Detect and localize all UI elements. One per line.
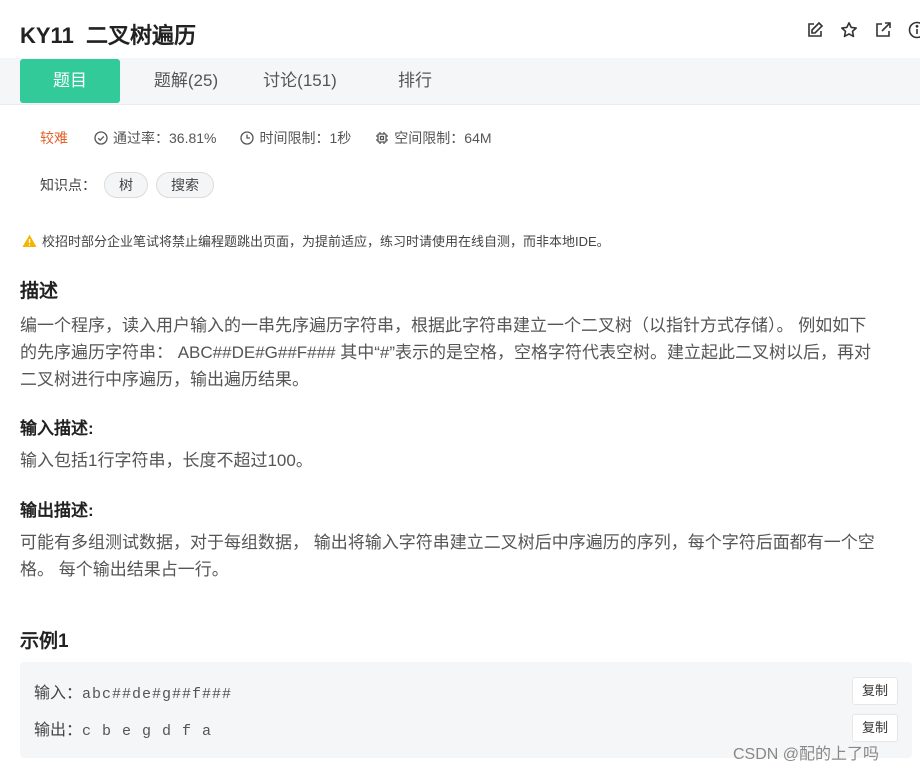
- output-desc-line-1: 可能有多组测试数据，对于每组数据， 输出将输入字符串建立二叉树后中序遍历的序列，…: [20, 533, 875, 552]
- space-limit-text: 空间限制：64M: [394, 130, 492, 146]
- description-line-1: 编一个程序，读入用户输入的一串先序遍历字符串，根据此字符串建立一个二叉树（以指针…: [20, 316, 867, 335]
- tab-problem[interactable]: 题目: [20, 59, 120, 103]
- knowledge-tags: 知识点： 树 搜索: [40, 172, 214, 198]
- pass-rate-text: 通过率：36.81%: [113, 130, 217, 146]
- input-desc-text: 输入包括1行字符串，长度不超过100。: [20, 451, 313, 470]
- check-circle-icon: [94, 131, 108, 145]
- tab-discussion[interactable]: 讨论(151): [250, 59, 350, 103]
- example-input-value: abc##de#g##f###: [82, 686, 233, 703]
- tag-tree[interactable]: 树: [104, 172, 148, 198]
- example-heading: 示例1: [20, 631, 69, 652]
- tab-solutions[interactable]: 题解(25): [140, 59, 232, 103]
- description-line-3: 二叉树进行中序遍历，输出遍历结果。: [20, 370, 309, 389]
- star-icon[interactable]: [840, 21, 858, 39]
- example-output-value: c b e g d f a: [82, 723, 213, 740]
- header: KY11 二叉树遍历: [0, 0, 920, 60]
- tab-ranking[interactable]: 排行: [380, 59, 450, 103]
- tab-bar: 题目 题解(25) 讨论(151) 排行: [0, 58, 920, 105]
- copy-input-button[interactable]: 复制: [852, 677, 898, 705]
- description-line-2: 的先序遍历字符串： ABC##DE#G##F### 其中“#”表示的是空格，空格…: [20, 343, 872, 362]
- tag-search[interactable]: 搜索: [156, 172, 214, 198]
- warning-icon: [22, 234, 37, 247]
- difficulty-badge: 较难: [40, 130, 68, 146]
- problem-meta: 较难 通过率：36.81% 时间限制：1秒 空间限制：64M: [40, 128, 516, 148]
- chip-icon: [376, 132, 389, 144]
- edit-icon[interactable]: [806, 21, 824, 39]
- external-link-icon[interactable]: [874, 21, 892, 39]
- warning-notice: 校招时部分企业笔试将禁止编程题跳出页面，为提前适应，练习时请使用在线自测，而非本…: [22, 231, 610, 250]
- copy-output-button[interactable]: 复制: [852, 714, 898, 742]
- header-actions: [806, 21, 920, 39]
- info-icon[interactable]: [908, 21, 920, 39]
- output-desc-line-2: 格。 每个输出结果占一行。: [20, 560, 229, 579]
- time-limit: 时间限制：1秒: [240, 128, 351, 148]
- problem-title: KY11 二叉树遍历: [20, 23, 197, 48]
- warning-text: 校招时部分企业笔试将禁止编程题跳出页面，为提前适应，练习时请使用在线自测，而非本…: [42, 234, 610, 249]
- example-input-row: 输入：abc##de#g##f###: [34, 679, 232, 703]
- space-limit: 空间限制：64M: [375, 128, 492, 148]
- description-heading: 描述: [20, 281, 59, 302]
- example-input-label: 输入：: [34, 685, 83, 702]
- output-desc-heading: 输出描述:: [20, 501, 94, 520]
- input-desc-heading: 输入描述:: [20, 419, 94, 438]
- clock-icon: [240, 131, 255, 145]
- example-output-row: 输出：c b e g d f a: [34, 716, 212, 740]
- knowledge-label: 知识点：: [40, 177, 96, 193]
- pass-rate: 通过率：36.81%: [94, 128, 216, 148]
- example-output-label: 输出：: [34, 722, 83, 739]
- watermark: CSDN @配的上了吗: [733, 746, 880, 763]
- time-limit-text: 时间限制：1秒: [259, 130, 352, 146]
